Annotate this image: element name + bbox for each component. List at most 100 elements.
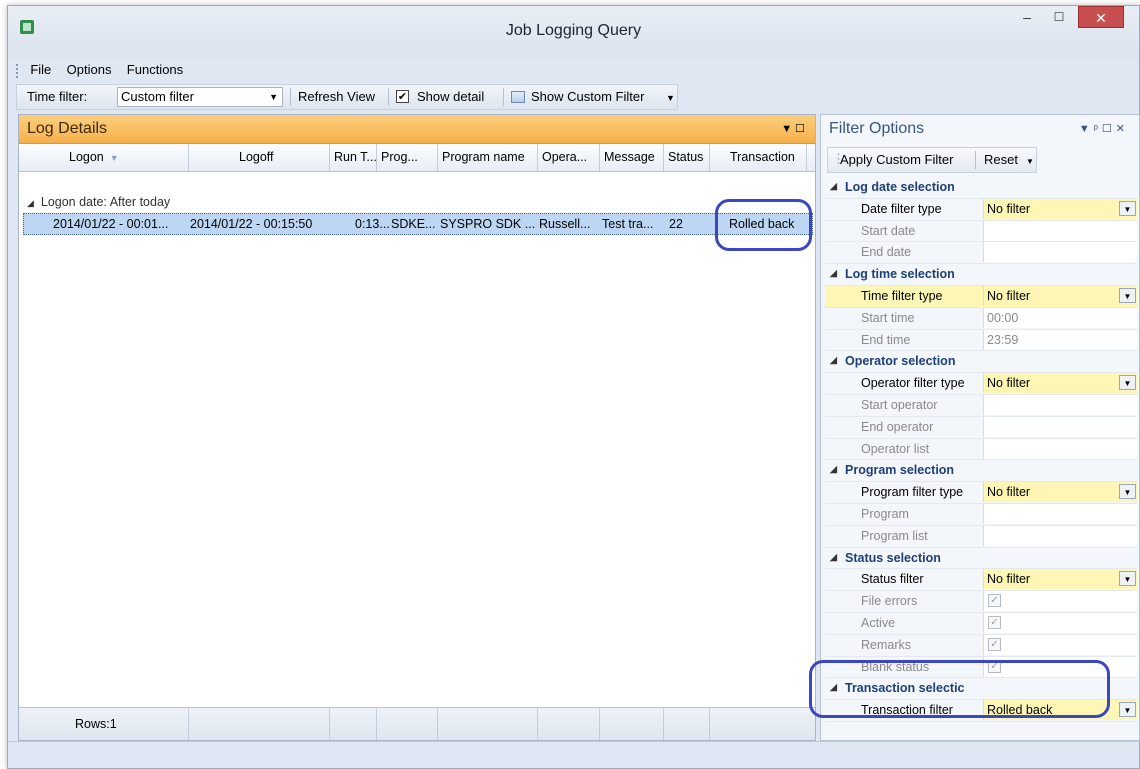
group-row[interactable]: ◢ Logon date: After today (27, 195, 170, 209)
property-row-date-filter-type[interactable]: Date filter type No filter ▼ (825, 198, 1137, 221)
column-operator[interactable]: Opera... (538, 144, 600, 171)
toolbar-overflow-icon[interactable]: ▼ (666, 93, 675, 103)
panel-pin-icon[interactable]: ▼ᵖ☐✕ (1079, 122, 1129, 135)
collapse-triangle-icon[interactable]: ◢ (830, 268, 837, 279)
footer-cell (438, 708, 538, 740)
property-row-program-list[interactable]: Program list (825, 525, 1137, 548)
cell-logoff: 2014/01/22 - 00:15:50 (190, 217, 313, 231)
category-label: Status selection (845, 550, 941, 565)
property-row-end-operator[interactable]: End operator (825, 416, 1137, 439)
chevron-down-icon[interactable]: ▼ (1119, 571, 1136, 587)
category-log-time-selection[interactable]: ◢ Log time selection (825, 264, 1137, 286)
property-row-program-filter-type[interactable]: Program filter type No filter ▼ (825, 482, 1137, 504)
category-transaction-selectic[interactable]: ◢ Transaction selectic (825, 678, 1137, 701)
property-row-end-date[interactable]: End date (825, 242, 1137, 265)
chevron-down-icon[interactable]: ▼ (1119, 375, 1136, 391)
cell-operator: Russell... (539, 217, 591, 231)
show-custom-filter-button[interactable]: Show Custom Filter (531, 89, 644, 104)
property-row-start-date[interactable]: Start date (825, 220, 1137, 243)
chevron-down-icon[interactable]: ▼ (1119, 287, 1136, 303)
property-row-operator-list[interactable]: Operator list (825, 438, 1137, 461)
checkbox-icon[interactable]: ✓ (988, 594, 1001, 608)
chevron-down-icon[interactable]: ▼ (1119, 200, 1136, 216)
title-bar: Job Logging Query – ☐ ✕ (8, 6, 1139, 58)
collapse-triangle-icon[interactable]: ◢ (830, 552, 837, 563)
property-value-cell[interactable]: No filter ▼ (983, 569, 1137, 590)
toolbar-overflow-icon[interactable]: ▼ (1026, 157, 1034, 166)
time-filter-combo[interactable]: Custom filter ▼ (117, 87, 283, 107)
property-row-status-filter[interactable]: Status filter No filter ▼ (825, 569, 1137, 592)
property-row-program[interactable]: Program (825, 503, 1137, 526)
toolbar-separator (503, 88, 504, 106)
property-grid: ◢ Log date selection Date filter type No fi… (825, 177, 1137, 722)
property-row-blank-status[interactable]: Blank status ✓ (825, 656, 1137, 679)
panel-menu-icon[interactable]: ▼ ☐ (781, 122, 805, 135)
chevron-down-icon[interactable]: ▼ (1119, 484, 1136, 500)
checkbox-icon[interactable]: ✓ (988, 637, 1001, 651)
column-program-name[interactable]: Program name (438, 144, 538, 171)
refresh-view-button[interactable]: Refresh View (298, 89, 375, 104)
property-value-cell[interactable]: Rolled back ▼ (983, 700, 1137, 721)
cell-transaction: Rolled back (729, 217, 795, 231)
reset-button[interactable]: Reset (984, 152, 1018, 167)
property-row-start-operator[interactable]: Start operator (825, 394, 1137, 417)
category-program-selection[interactable]: ◢ Program selection (825, 460, 1137, 483)
property-value-cell[interactable]: No filter ▼ (983, 198, 1137, 219)
menu-functions[interactable]: Functions (127, 59, 183, 81)
property-row-transaction-filter[interactable]: Transaction filter Rolled back ▼ (825, 700, 1137, 722)
property-value: No filter (987, 376, 1031, 391)
property-name: File errors (861, 594, 918, 609)
checkbox-icon[interactable]: ✓ (988, 659, 1001, 673)
menu-grip-icon (16, 63, 21, 78)
property-row-end-time[interactable]: End time 23:59 (825, 329, 1137, 352)
category-status-selection[interactable]: ◢ Status selection (825, 548, 1137, 570)
property-name: End time (861, 332, 911, 347)
column-logoff[interactable]: Logoff (189, 144, 330, 171)
filter-options-header: Filter Options ▼ᵖ☐✕ (821, 115, 1139, 143)
property-row-active[interactable]: Active ✓ (825, 612, 1137, 635)
column-message[interactable]: Message (600, 144, 664, 171)
footer-cell: Rows:1 (19, 708, 189, 740)
column-logon[interactable]: Logon ▼ (19, 144, 189, 171)
property-name: Start date (861, 223, 916, 238)
property-value: No filter (987, 201, 1031, 216)
apply-custom-filter-button[interactable]: Apply Custom Filter (840, 152, 953, 167)
property-name: Date filter type (861, 201, 942, 216)
property-row-operator-filter-type[interactable]: Operator filter type No filter ▼ (825, 373, 1137, 395)
property-value-cell[interactable]: No filter ▼ (983, 482, 1137, 503)
column-status[interactable]: Status (664, 144, 710, 171)
checkbox-icon[interactable]: ✓ (988, 615, 1001, 629)
category-label: Log date selection (845, 180, 955, 194)
property-value-cell[interactable]: No filter ▼ (983, 373, 1137, 394)
collapse-triangle-icon[interactable]: ◢ (830, 682, 837, 693)
menu-options[interactable]: Options (67, 59, 112, 81)
column-program[interactable]: Prog... (377, 144, 438, 171)
property-row-time-filter-type[interactable]: Time filter type No filter ▼ (825, 285, 1137, 308)
footer-cell (600, 708, 664, 740)
collapse-triangle-icon[interactable]: ◢ (830, 181, 837, 192)
minimize-button[interactable]: – (1013, 6, 1041, 28)
collapse-triangle-icon[interactable]: ◢ (830, 355, 837, 366)
collapse-triangle-icon[interactable]: ◢ (830, 464, 837, 475)
close-button[interactable]: ✕ (1078, 6, 1124, 28)
app-window: Job Logging Query – ☐ ✕ File Options Fun… (7, 5, 1140, 769)
show-detail-label[interactable]: Show detail (417, 89, 484, 104)
maximize-button[interactable]: ☐ (1045, 6, 1073, 28)
table-row[interactable]: 2014/01/22 - 00:01... 2014/01/22 - 00:15… (23, 213, 813, 235)
property-value-cell[interactable]: No filter ▼ (983, 285, 1137, 306)
property-row-start-time[interactable]: Start time 00:00 (825, 307, 1137, 330)
property-value-cell: ✓ (983, 591, 1137, 612)
category-log-date-selection[interactable]: ◢ Log date selection (825, 177, 1137, 199)
column-run-time[interactable]: Run T... (330, 144, 377, 171)
collapse-triangle-icon[interactable]: ◢ (27, 198, 34, 208)
category-operator-selection[interactable]: ◢ Operator selection (825, 351, 1137, 374)
show-detail-checkbox[interactable]: ✔ (396, 90, 409, 103)
menu-file[interactable]: File (30, 59, 51, 81)
property-value-cell: 23:59 (983, 329, 1137, 350)
property-row-file-errors[interactable]: File errors ✓ (825, 591, 1137, 613)
chevron-down-icon[interactable]: ▼ (1119, 702, 1136, 718)
property-row-remarks[interactable]: Remarks ✓ (825, 634, 1137, 657)
column-transaction[interactable]: Transaction (710, 144, 807, 171)
cell-program: SDKE... (391, 217, 436, 231)
chevron-down-icon: ▼ (269, 92, 278, 102)
